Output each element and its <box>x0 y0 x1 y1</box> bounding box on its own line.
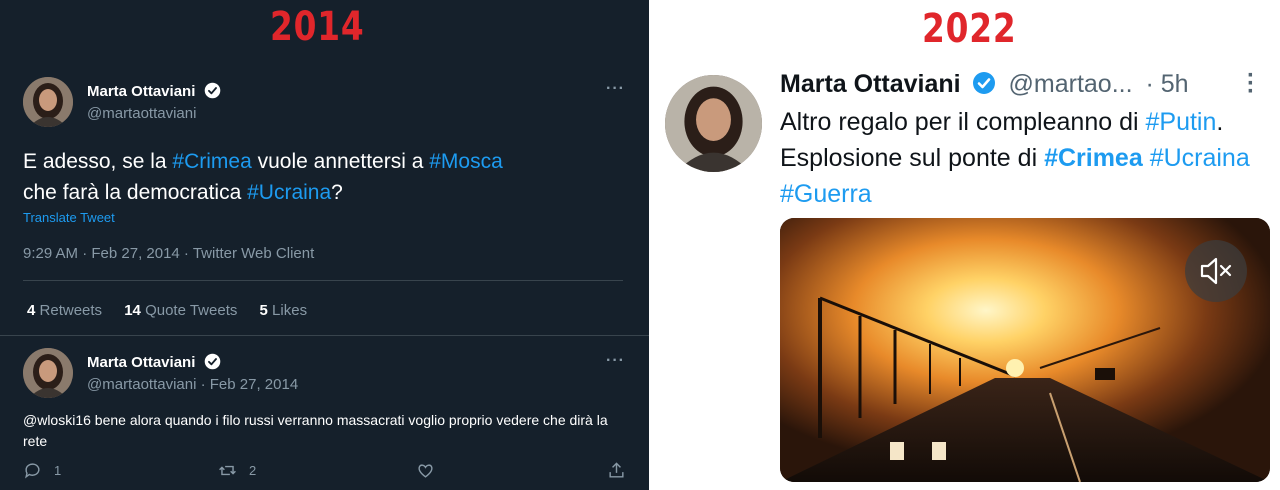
reply-tweet[interactable]: Marta Ottaviani @martaottaviani · Feb 27… <box>0 337 649 490</box>
display-name[interactable]: Marta Ottaviani <box>87 353 221 371</box>
hashtag-link[interactable]: #Crimea <box>1044 144 1143 172</box>
tweet-time[interactable]: · 5h <box>1146 70 1189 98</box>
hashtag-link[interactable]: #Putin <box>1145 108 1216 136</box>
more-horizontal-icon[interactable]: ··· <box>606 352 625 370</box>
tweet-timestamp[interactable]: 9:29 AM · Feb 27, 2014 · Twitter Web Cli… <box>23 245 314 262</box>
year-label-2014: 2014 <box>270 4 365 50</box>
retweet-icon <box>219 465 236 476</box>
username[interactable]: @martao... <box>1009 70 1133 98</box>
username-date[interactable]: @martaottaviani · Feb 27, 2014 <box>87 376 298 393</box>
verified-badge-icon <box>204 353 220 370</box>
tweet-actions: 1 2 <box>0 461 649 485</box>
panel-2014: 2014 Marta Ottaviani @martaottaviani ···… <box>0 0 649 490</box>
video-explosion-bridge[interactable] <box>780 218 1270 482</box>
mute-button[interactable] <box>1185 240 1247 302</box>
avatar[interactable] <box>23 77 73 127</box>
year-label-2022: 2022 <box>922 6 1017 52</box>
hashtag-link[interactable]: #Ucraina <box>1150 144 1250 172</box>
tweet-text: E adesso, se la #Crimea vuole annettersi… <box>23 150 503 204</box>
avatar[interactable] <box>665 75 762 172</box>
like-button[interactable] <box>416 461 447 480</box>
tweet-text: Altro regalo per il compleanno di #Putin… <box>780 108 1250 208</box>
retweet-button[interactable]: 2 <box>218 461 256 480</box>
heart-icon <box>418 464 433 478</box>
more-vertical-icon[interactable]: · · · <box>1247 64 1255 104</box>
mute-icon <box>1200 257 1232 285</box>
display-name[interactable]: Marta Ottaviani @martao... · 5h <box>780 70 1189 99</box>
share-icon <box>609 462 624 478</box>
tweet-2014[interactable]: Marta Ottaviani @martaottaviani ··· E ad… <box>0 62 649 336</box>
share-button[interactable] <box>607 461 638 480</box>
reply-text: @wloski16 bene alora quando i filo russi… <box>23 412 608 449</box>
hashtag-link[interactable]: #Crimea <box>172 150 251 173</box>
likes-stat[interactable]: 5 Likes <box>260 302 308 319</box>
reply-button[interactable]: 1 <box>23 461 61 480</box>
translate-tweet-link[interactable]: Translate Tweet <box>23 210 115 225</box>
panel-2022: Marta Ottaviani @martao... · 5h · · · Altr… <box>649 0 1280 490</box>
verified-badge-icon <box>204 82 220 99</box>
avatar[interactable] <box>23 348 73 398</box>
divider <box>23 280 623 281</box>
hashtag-link[interactable]: #Mosca <box>429 150 503 173</box>
retweets-stat[interactable]: 4 Retweets <box>27 302 102 319</box>
reply-icon <box>25 463 40 479</box>
tweet-stats: 4 Retweets 14 Quote Tweets 5 Likes <box>27 302 325 319</box>
more-horizontal-icon[interactable]: ··· <box>606 80 625 98</box>
display-name[interactable]: Marta Ottaviani <box>87 82 221 100</box>
hashtag-link[interactable]: #Ucraina <box>247 181 331 204</box>
username[interactable]: @martaottaviani <box>87 105 196 122</box>
quote-tweets-stat[interactable]: 14 Quote Tweets <box>124 302 237 319</box>
verified-badge-icon <box>972 72 995 94</box>
hashtag-link[interactable]: #Guerra <box>780 180 872 208</box>
